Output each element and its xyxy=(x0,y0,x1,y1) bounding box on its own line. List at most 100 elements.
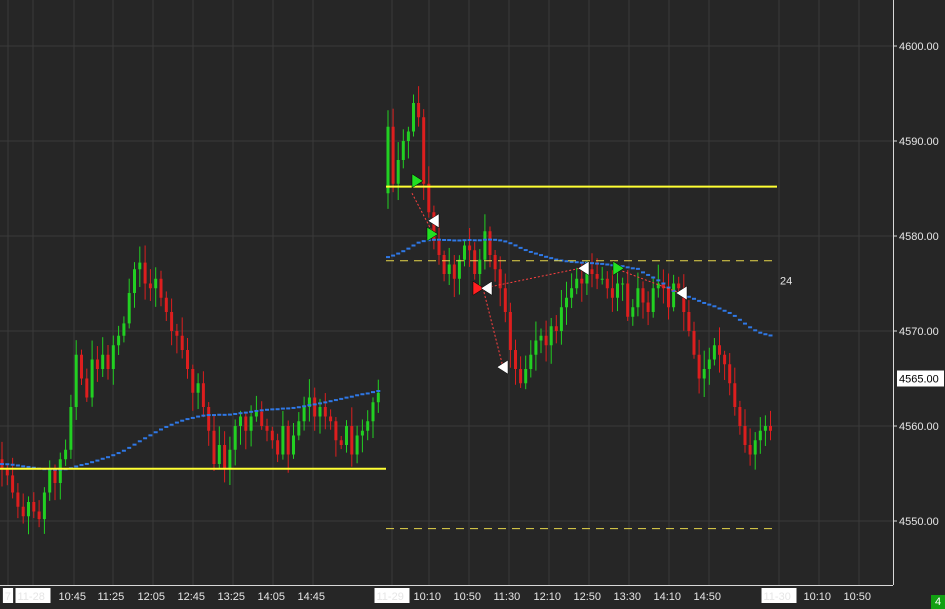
day1-ma-point xyxy=(79,464,84,467)
day2-ma-point xyxy=(416,241,421,244)
day1-candle xyxy=(281,426,285,455)
day1-ma-point xyxy=(238,412,243,415)
day1-candle xyxy=(37,511,41,520)
day2-candle xyxy=(697,354,701,379)
day1-candle xyxy=(254,411,258,417)
day2-candle xyxy=(743,426,747,445)
day2-ma-point xyxy=(391,254,396,257)
day2-candle xyxy=(580,278,584,284)
y-tick-label: 4600.00 xyxy=(899,41,939,53)
day2-candle xyxy=(463,245,466,260)
x-tick-label: 12:45 xyxy=(178,591,206,603)
day2-ma-point xyxy=(748,326,753,329)
day1-ma-point xyxy=(312,403,317,406)
day1-candle xyxy=(117,335,121,346)
day2-ma-point xyxy=(544,255,549,258)
day2-ma-point xyxy=(753,329,758,332)
day1-ma-point xyxy=(10,463,15,466)
day1-candle xyxy=(249,416,253,431)
day2-ma-point xyxy=(595,262,600,265)
day1-ma-point xyxy=(296,406,301,409)
day2-candle xyxy=(468,245,472,251)
day1-ma-point xyxy=(159,428,163,431)
x-tick-label: 12:50 xyxy=(574,591,602,603)
ma-label: 24 xyxy=(780,276,792,288)
day2-candle xyxy=(559,307,563,331)
day1-candle xyxy=(233,426,237,450)
x-tick-label: 11:25 xyxy=(98,591,125,603)
day1-candle xyxy=(133,269,136,293)
x-tick-label: 10:50 xyxy=(844,591,872,603)
day1-ma-point xyxy=(153,431,158,434)
day2-ma-point xyxy=(396,252,401,255)
day1-candle xyxy=(334,421,338,441)
day2-ma-point xyxy=(457,239,462,242)
day2-candle xyxy=(738,407,742,426)
day1-ma-point xyxy=(201,414,206,417)
day2-candle xyxy=(641,288,645,303)
day1-candle xyxy=(143,262,147,284)
corner-badge[interactable]: 4 xyxy=(931,595,945,609)
day2-ma-point xyxy=(768,334,773,337)
day1-candle xyxy=(11,475,15,493)
day2-ma-point xyxy=(467,238,472,241)
day2-ma-point xyxy=(763,333,768,336)
day1-candle xyxy=(111,345,115,369)
day1-candle xyxy=(64,449,68,460)
day1-candle xyxy=(292,435,295,455)
day1-ma-point xyxy=(291,406,296,409)
day1-ma-point xyxy=(307,404,312,407)
day2-candle xyxy=(442,255,446,274)
day2-candle xyxy=(483,231,487,260)
day1-candle xyxy=(69,407,73,450)
day1-candle xyxy=(313,397,317,417)
day2-ma-point xyxy=(600,262,605,265)
x-tick-label: 7 xyxy=(5,591,11,603)
day2-candle xyxy=(514,350,517,369)
x-tick-label: 10:45 xyxy=(59,591,87,603)
day1-candle xyxy=(350,426,354,455)
day1-candle xyxy=(85,378,89,398)
day2-ma-point xyxy=(605,263,610,266)
day2-ma-point xyxy=(493,238,498,241)
day1-candle xyxy=(159,278,163,298)
x-tick-label: 14:50 xyxy=(694,591,722,603)
day2-candle xyxy=(616,283,619,298)
day2-ma-point xyxy=(462,239,467,242)
day1-ma-point xyxy=(233,412,238,415)
day1-candle xyxy=(207,407,211,431)
day1-ma-point xyxy=(328,400,333,403)
day2-candle xyxy=(565,297,568,308)
x-tick-label: 11-29 xyxy=(377,591,404,603)
day1-ma-point xyxy=(376,390,381,393)
day1-ma-point xyxy=(111,454,116,457)
day1-candle xyxy=(270,430,274,441)
day2-candle xyxy=(422,117,426,184)
day2-candle xyxy=(452,264,456,279)
day2-candle xyxy=(769,426,772,431)
day2-ma-point xyxy=(656,279,661,282)
day1-ma-point xyxy=(90,461,95,464)
day2-candle xyxy=(549,326,553,346)
day1-candle xyxy=(355,435,359,455)
day2-ma-point xyxy=(758,331,763,334)
day1-candle xyxy=(302,407,306,422)
day2-ma-point xyxy=(732,314,737,317)
day2-candle xyxy=(723,354,727,365)
day2-ma-point xyxy=(686,295,691,298)
day2-candle xyxy=(758,430,762,441)
day1-ma-point xyxy=(355,394,360,397)
day1-ma-point xyxy=(137,440,142,443)
y-tick-label: 4560.00 xyxy=(899,421,939,433)
day2-ma-point xyxy=(513,244,518,247)
day2-ma-point xyxy=(518,246,523,249)
x-tick-label: 10:10 xyxy=(804,591,832,603)
candlestick-chart[interactable]: 24 4600.00 4590.00 4580.00 4570.00 4560.00 455… xyxy=(0,0,945,609)
day2-ma-point xyxy=(702,301,707,304)
day1-candle xyxy=(101,354,105,369)
day1-ma-point xyxy=(249,410,254,413)
day2-candle xyxy=(396,160,400,184)
day2-candle xyxy=(712,345,716,360)
day1-ma-point xyxy=(227,413,232,416)
y-tick-label: 4550.00 xyxy=(899,516,939,528)
